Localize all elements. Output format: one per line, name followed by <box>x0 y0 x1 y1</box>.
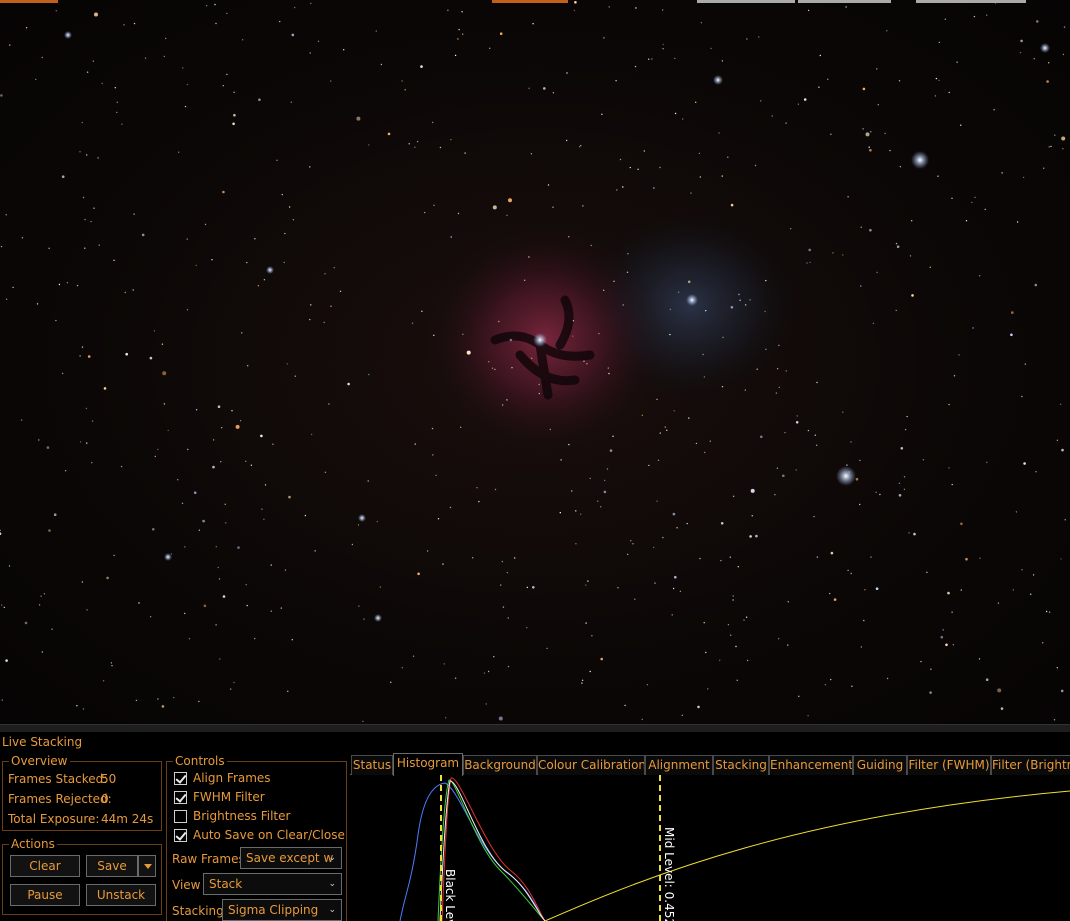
unstack-button[interactable]: Unstack <box>86 884 156 906</box>
frames-rejected-value: 0 <box>101 792 109 806</box>
save-button[interactable]: Save <box>86 855 138 877</box>
align-frames-label: Align Frames <box>193 771 271 785</box>
tab-histogram[interactable]: Histogram <box>393 753 463 776</box>
checkbox-unchecked-icon <box>174 809 187 823</box>
auto-save-checkbox[interactable]: Auto Save on Clear/Close <box>174 828 345 842</box>
histogram-plot: Black Level Mid Level: 0.452 <box>399 775 1070 921</box>
pause-button[interactable]: Pause <box>10 884 80 906</box>
view-select[interactable]: Stack ⌄ <box>203 873 342 895</box>
tab-alignment[interactable]: Alignment <box>645 755 713 775</box>
tab-filter-fwhm[interactable]: Filter (FWHM) <box>907 755 991 775</box>
controls-group: Controls Align Frames FWHM Filter Bright… <box>166 754 347 921</box>
nebula-star-field <box>0 0 1066 722</box>
auto-save-label: Auto Save on Clear/Close <box>193 828 345 842</box>
total-exposure-value: 44m 24s <box>101 812 154 826</box>
checkbox-checked-icon <box>174 790 187 804</box>
checkbox-checked-icon <box>174 771 187 785</box>
chevron-down-icon: ⌄ <box>328 905 336 915</box>
stacking-select[interactable]: Sigma Clipping ⌄ <box>222 899 342 921</box>
frames-stacked-value: 50 <box>101 772 117 786</box>
toolbar-edge-marker <box>916 0 1026 3</box>
panel-splitter[interactable] <box>0 724 1070 732</box>
frames-stacked-label: Frames Stacked: <box>8 772 108 786</box>
stacking-label: Stacking <box>172 904 224 918</box>
fwhm-filter-label: FWHM Filter <box>193 790 265 804</box>
tab-guiding[interactable]: Guiding <box>853 755 907 775</box>
stretch-curve <box>544 790 1070 921</box>
histogram-view[interactable]: Black Level Mid Level: 0.452 <box>350 775 1070 921</box>
black-level-label: Black Level <box>443 869 457 921</box>
align-frames-checkbox[interactable]: Align Frames <box>174 771 271 785</box>
tab-background[interactable]: Background <box>463 755 537 775</box>
tab-enhancement[interactable]: Enhancement <box>769 755 853 775</box>
raw-frames-value: Save except w <box>246 851 334 865</box>
checkbox-checked-icon <box>174 828 187 842</box>
total-exposure-label: Total Exposure: <box>8 812 100 826</box>
tab-bar: Status Histogram Background Colour Calib… <box>350 753 1070 776</box>
tab-status[interactable]: Status <box>351 755 393 775</box>
raw-frames-select[interactable]: Save except w ⌄ <box>240 847 342 869</box>
fwhm-filter-checkbox[interactable]: FWHM Filter <box>174 790 265 804</box>
save-options-dropdown[interactable] <box>138 855 156 877</box>
stacking-value: Sigma Clipping <box>228 903 319 917</box>
overview-legend: Overview <box>9 754 70 768</box>
chevron-down-icon <box>144 864 152 869</box>
actions-legend: Actions <box>9 837 57 851</box>
chevron-down-icon: ⌄ <box>328 853 336 863</box>
toolbar-edge-marker <box>798 0 891 3</box>
mid-level-label: Mid Level: 0.452 <box>662 827 676 921</box>
brightness-filter-label: Brightness Filter <box>193 809 291 823</box>
tab-colour-calibration[interactable]: Colour Calibration <box>537 755 645 775</box>
tab-stacking[interactable]: Stacking <box>713 755 769 775</box>
panel-title: Live Stacking <box>2 735 83 749</box>
live-stacking-panel: Live Stacking Overview Frames Stacked: 5… <box>0 732 1070 921</box>
overview-group: Overview Frames Stacked: 50 Frames Rejec… <box>2 754 162 831</box>
toolbar-edge-marker <box>492 0 568 3</box>
chevron-down-icon: ⌄ <box>328 879 336 889</box>
frames-rejected-label: Frames Rejected: <box>8 792 112 806</box>
controls-legend: Controls <box>173 754 227 768</box>
toolbar-edge-marker <box>697 0 795 3</box>
toolbar-edge-marker <box>0 0 58 3</box>
clear-button[interactable]: Clear <box>10 855 80 877</box>
tab-filter-brightness[interactable]: Filter (Brightn <box>991 755 1070 775</box>
brightness-filter-checkbox[interactable]: Brightness Filter <box>174 809 290 823</box>
stacked-image-view[interactable] <box>0 0 1070 724</box>
raw-frames-label: Raw Frames <box>172 852 245 866</box>
view-value: Stack <box>209 877 243 891</box>
histogram-blue-curve <box>399 782 546 921</box>
view-label: View <box>172 878 201 892</box>
actions-group: Actions Clear Save Pause Unstack <box>2 837 162 915</box>
